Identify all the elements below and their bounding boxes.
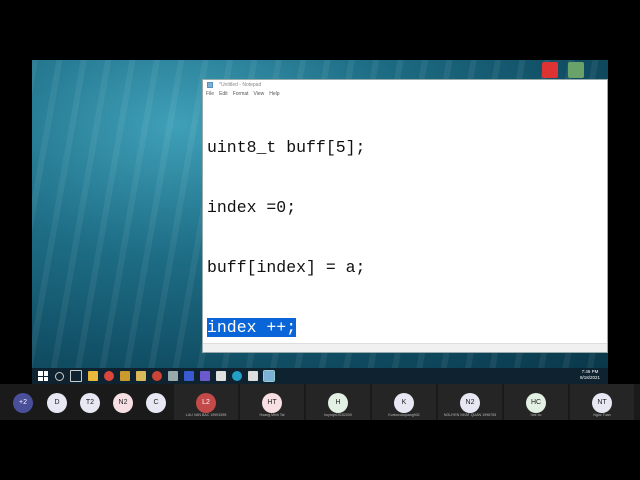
task-view-icon[interactable] [70, 370, 82, 382]
notepad-text-area[interactable]: uint8_t buff[5]; index =0; buff[index] =… [207, 98, 365, 378]
app-icon[interactable] [120, 371, 130, 381]
avatar: D [47, 393, 67, 413]
notepad-window: *Untitled - Notepad File Edit Format Vie… [202, 79, 608, 353]
notepad-icon [207, 82, 213, 88]
file-explorer-icon[interactable] [88, 371, 98, 381]
app-icon[interactable] [216, 371, 226, 381]
participant-name: huynqn19152000 [324, 413, 352, 417]
participant-tile[interactable]: D [42, 384, 72, 420]
desktop-shortcut-icon[interactable] [568, 62, 584, 78]
code-line: index =0; [207, 198, 297, 217]
app-icon[interactable] [232, 371, 242, 381]
windows-start-icon[interactable] [38, 371, 48, 381]
avatar: H [328, 393, 348, 413]
code-line: buff[index] = a; [207, 258, 366, 277]
participant-name: Kurbocuoquang902 [388, 413, 420, 417]
chrome-icon[interactable] [104, 371, 114, 381]
avatar: L2 [196, 393, 216, 413]
participant-tile[interactable]: H huynqn19152000 [306, 384, 370, 420]
horizontal-scrollbar[interactable] [203, 343, 607, 352]
notepad-title: *Untitled - Notepad [219, 82, 262, 88]
participant-tile[interactable]: K Kurbocuoquang902 [372, 384, 436, 420]
search-icon[interactable] [55, 371, 64, 381]
app-icon[interactable] [152, 371, 162, 381]
avatar: HT [262, 393, 282, 413]
avatar: +2 [13, 393, 33, 413]
avatar: N2 [113, 393, 133, 413]
app-icon[interactable] [168, 371, 178, 381]
avatar: HC [526, 393, 546, 413]
clock-date: 9/18/2021 [579, 375, 600, 380]
participant-tile[interactable]: NT Ngoc Tuan [570, 384, 634, 420]
participant-name: Ngoc Tuan [593, 413, 611, 417]
participant-name: NGUYEN NHAT QUAN 1996705 [443, 413, 497, 417]
participant-name: hoe co [530, 413, 542, 417]
app-icon[interactable] [184, 371, 194, 381]
system-clock[interactable]: 7:46 PM 9/18/2021 [580, 369, 600, 381]
avatar: T2 [80, 393, 100, 413]
participant-tile[interactable]: N2 [108, 384, 138, 420]
code-line: uint8_t buff[5]; [207, 138, 366, 157]
participant-tile[interactable]: HT Hoang Minh Tai [240, 384, 304, 420]
participant-tile[interactable]: T2 [75, 384, 105, 420]
taskbar: 7:46 PM 9/18/2021 [32, 368, 608, 384]
participant-tile[interactable]: HC hoe co [504, 384, 568, 420]
avatar: C [146, 393, 166, 413]
participant-name: LUU VAN BAC 19991595 [185, 413, 227, 417]
app-icon[interactable] [200, 371, 210, 381]
participant-tile[interactable]: N2 NGUYEN NHAT QUAN 1996705 [438, 384, 502, 420]
participant-tile[interactable]: L2 LUU VAN BAC 19991595 [174, 384, 238, 420]
avatar: K [394, 393, 414, 413]
participant-name: Hoang Minh Tai [259, 413, 285, 417]
avatar: NT [592, 393, 612, 413]
notepad-title-bar[interactable]: *Untitled - Notepad [203, 80, 607, 90]
notepad-taskbar-icon[interactable] [263, 370, 275, 382]
participant-strip: +2 D T2 N2 C L2 LUU VAN BAC 19991595 HT … [0, 384, 640, 420]
desktop-app-icon[interactable] [542, 62, 558, 78]
participant-tile[interactable]: C [141, 384, 171, 420]
code-line-selected: index ++; [207, 318, 297, 337]
app-icon[interactable] [248, 371, 258, 381]
app-icon[interactable] [136, 371, 146, 381]
participant-tile[interactable]: +2 [8, 384, 38, 420]
avatar: N2 [460, 393, 480, 413]
